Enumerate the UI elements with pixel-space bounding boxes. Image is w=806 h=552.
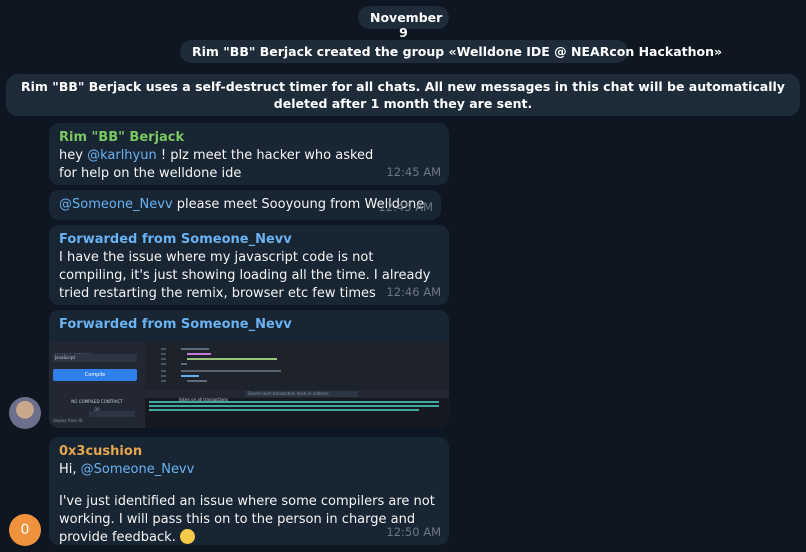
mention-link[interactable]: @Someone_Nevv — [81, 462, 195, 477]
message-bubble[interactable]: Rim "BB" Berjack hey @karlhyun ! plz mee… — [49, 123, 449, 185]
terminal-toolbar: listen on all transactions Search with t… — [145, 390, 449, 402]
message-bubble[interactable]: @Someone_Nevv please meet Sooyoung from … — [49, 190, 441, 220]
compile-button-label: Compile — [84, 372, 106, 378]
user-avatar[interactable] — [9, 397, 41, 429]
message-text-part: hey — [59, 148, 88, 163]
terminal-panel: listen on all transactions Search with t… — [145, 390, 449, 428]
message-text-part: Hi, — [59, 462, 81, 477]
service-message-group-created: Rim "BB" Berjack created the group «Well… — [180, 40, 722, 63]
avatar-initial: 0 — [20, 522, 30, 538]
forwarded-image-bubble[interactable]: Forwarded from Someone_Nevv COMPILE OPTI… — [49, 310, 449, 428]
code-editor — [145, 342, 449, 390]
message-text: I have the issue where my javascript cod… — [59, 250, 431, 301]
message-time: 12:45 AM — [386, 165, 441, 179]
message-bubble[interactable]: 0x3cushion Hi, @Someone_Nevv I've just i… — [49, 437, 449, 545]
message-text: I've just identified an issue where some… — [59, 493, 439, 547]
forwarded-message-bubble[interactable]: Forwarded from Someone_Nevv I have the i… — [49, 225, 449, 305]
compile-button: Compile — [53, 369, 137, 381]
forwarded-from-label[interactable]: Forwarded from Someone_Nevv — [59, 231, 439, 249]
message-sender[interactable]: Rim "BB" Berjack — [59, 129, 439, 147]
date-separator: November 9 — [358, 6, 449, 40]
message-time: 12:45 AM — [378, 200, 433, 214]
smile-emoji-icon: 🙂 — [179, 529, 195, 544]
message-text: hey @karlhyun ! plz meet the hacker who … — [59, 147, 439, 183]
service-message-self-destruct: Rim "BB" Berjack uses a self-destruct ti… — [6, 74, 800, 116]
screenshot-image[interactable]: COMPILE OPTIONS JavaScript Compile NO CO… — [49, 342, 449, 428]
compiler-select: JavaScript — [53, 354, 137, 362]
mention-link[interactable]: @Someone_Nevv — [59, 197, 173, 212]
forwarded-from-label[interactable]: Forwarded from Someone_Nevv — [59, 316, 439, 334]
message-time: 12:46 AM — [386, 285, 441, 299]
message-sender[interactable]: 0x3cushion — [59, 443, 439, 461]
mention-link[interactable]: @karlhyun — [87, 148, 157, 163]
message-time: 12:50 AM — [386, 525, 441, 539]
message-text-part: I've just identified an issue where some… — [59, 494, 435, 545]
message-greeting: Hi, @Someone_Nevv — [59, 461, 439, 479]
deploy-from-id-label: deploy from ID — [53, 418, 83, 423]
ide-sidebar: COMPILE OPTIONS JavaScript Compile NO CO… — [49, 342, 145, 428]
terminal-search: Search with transaction hash or address — [245, 391, 358, 397]
deploy-input — [89, 411, 135, 417]
user-avatar[interactable]: 0 — [9, 514, 41, 546]
